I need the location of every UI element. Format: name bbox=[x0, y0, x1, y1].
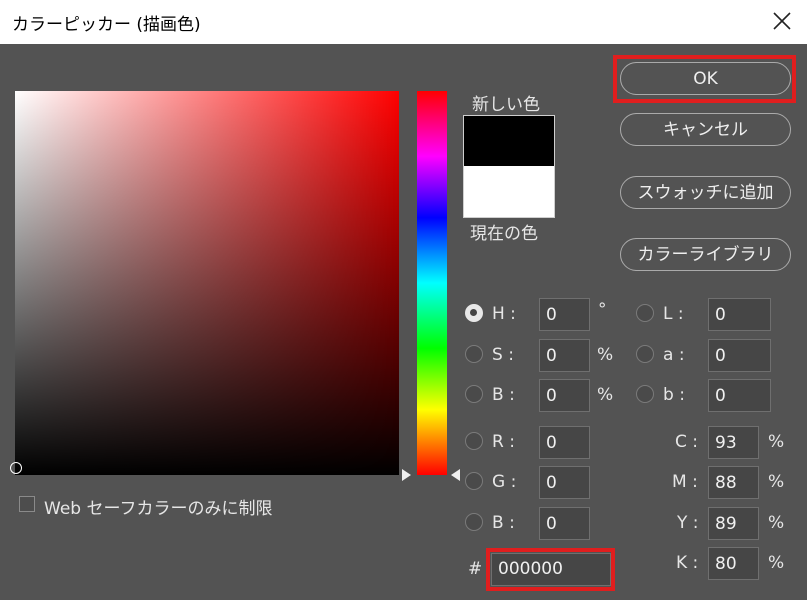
close-icon[interactable] bbox=[771, 8, 793, 34]
radio-b[interactable] bbox=[465, 385, 483, 403]
radio-s[interactable] bbox=[465, 345, 483, 363]
s-label: S : bbox=[492, 345, 514, 365]
m-input[interactable]: 88 bbox=[708, 466, 759, 499]
current-color-swatch[interactable] bbox=[463, 166, 555, 218]
m-label: M : bbox=[672, 472, 698, 492]
new-color-label: 新しい色 bbox=[472, 95, 540, 115]
hue-slider-left-handle-icon[interactable] bbox=[402, 469, 411, 481]
k-unit: % bbox=[768, 553, 785, 573]
y-unit: % bbox=[768, 513, 785, 533]
y-input[interactable]: 89 bbox=[708, 507, 759, 540]
m-unit: % bbox=[768, 472, 785, 492]
k-label: K : bbox=[676, 553, 699, 573]
add-to-swatches-button[interactable]: スウォッチに追加 bbox=[620, 176, 791, 209]
radio-rgb-b[interactable] bbox=[465, 513, 483, 531]
current-color-label: 現在の色 bbox=[470, 224, 538, 244]
g-label: G : bbox=[492, 472, 517, 492]
h-label: H : bbox=[492, 304, 516, 324]
g-input[interactable]: 0 bbox=[539, 466, 590, 499]
radio-h[interactable] bbox=[465, 304, 483, 322]
hex-input[interactable]: 000000 bbox=[491, 553, 611, 586]
b-label: B : bbox=[492, 385, 515, 405]
b-input[interactable]: 0 bbox=[539, 379, 590, 412]
r-input[interactable]: 0 bbox=[539, 426, 590, 459]
cancel-button[interactable]: キャンセル bbox=[620, 113, 791, 146]
radio-r[interactable] bbox=[465, 432, 483, 450]
ok-button[interactable]: OK bbox=[620, 62, 791, 95]
rgb-b-input[interactable]: 0 bbox=[539, 507, 590, 540]
radio-g[interactable] bbox=[465, 472, 483, 490]
y-label: Y : bbox=[677, 513, 699, 533]
dialog-title: カラーピッカー (描画色) bbox=[12, 15, 201, 35]
color-field-marker[interactable] bbox=[10, 462, 22, 474]
hue-slider[interactable] bbox=[417, 91, 447, 475]
radio-a[interactable] bbox=[636, 345, 654, 363]
hex-label: # bbox=[468, 559, 483, 579]
s-unit: % bbox=[597, 345, 614, 365]
c-unit: % bbox=[768, 432, 785, 452]
radio-lab-b[interactable] bbox=[636, 385, 654, 403]
a-input[interactable]: 0 bbox=[708, 339, 771, 372]
title-bar: カラーピッカー (描画色) bbox=[0, 0, 807, 44]
c-input[interactable]: 93 bbox=[708, 426, 759, 459]
lab-b-label: b : bbox=[663, 385, 685, 405]
c-label: C : bbox=[675, 432, 699, 452]
s-input[interactable]: 0 bbox=[539, 339, 590, 372]
r-label: R : bbox=[492, 432, 515, 452]
new-color-swatch bbox=[463, 115, 555, 167]
k-input[interactable]: 80 bbox=[708, 547, 759, 580]
web-safe-label: Web セーフカラーのみに制限 bbox=[44, 499, 273, 519]
h-unit: ° bbox=[598, 300, 607, 320]
h-input[interactable]: 0 bbox=[539, 298, 590, 331]
l-input[interactable]: 0 bbox=[708, 298, 771, 331]
rgb-b-label: B : bbox=[492, 513, 515, 533]
a-label: a : bbox=[663, 345, 685, 365]
web-safe-checkbox[interactable] bbox=[19, 496, 35, 512]
lab-b-input[interactable]: 0 bbox=[708, 379, 771, 412]
b-unit: % bbox=[597, 385, 614, 405]
radio-l[interactable] bbox=[636, 304, 654, 322]
hue-slider-right-handle-icon[interactable] bbox=[451, 469, 460, 481]
l-label: L : bbox=[663, 304, 684, 324]
saturation-brightness-field[interactable] bbox=[15, 91, 399, 475]
color-libraries-button[interactable]: カラーライブラリ bbox=[620, 238, 791, 271]
